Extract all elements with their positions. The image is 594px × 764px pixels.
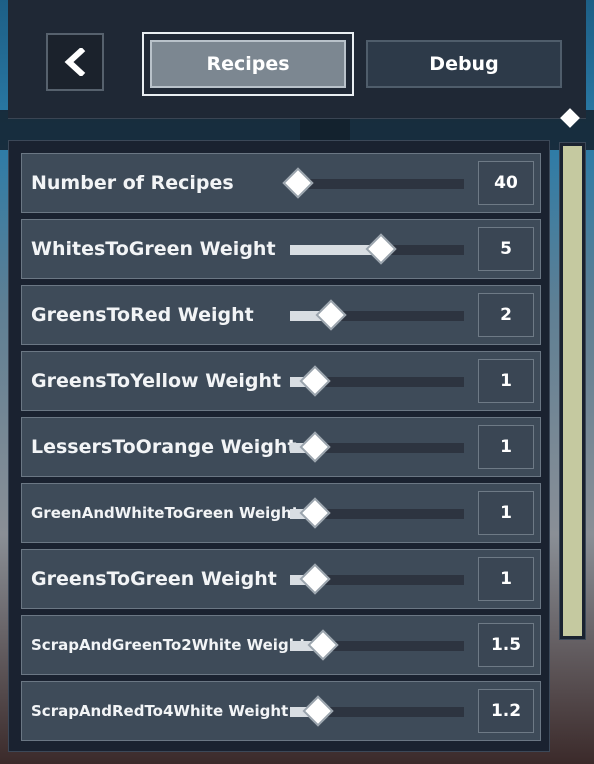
setting-label: LessersToOrange Weight: [31, 436, 297, 458]
setting-row: GreensToYellow Weight 1: [21, 351, 541, 411]
setting-row: Number of Recipes 40: [21, 153, 541, 213]
slider-handle[interactable]: [299, 497, 331, 529]
scrollbar[interactable]: [559, 142, 586, 640]
settings-panel: Number of Recipes 40 WhitesToGreen Weight 5…: [8, 140, 550, 752]
setting-row: WhitesToGreen Weight 5: [21, 219, 541, 279]
slider-handle[interactable]: [315, 299, 347, 331]
setting-label: WhitesToGreen Weight: [31, 238, 276, 260]
setting-slider[interactable]: [290, 299, 464, 331]
chevron-left-icon: [64, 48, 86, 76]
setting-row: ScrapAndGreenTo2White Weight 1.5: [21, 615, 541, 675]
slider-handle[interactable]: [302, 695, 334, 727]
setting-label: Number of Recipes: [31, 172, 234, 194]
setting-label: GreensToGreen Weight: [31, 568, 277, 590]
setting-value-field[interactable]: 1: [478, 359, 534, 403]
setting-value-field[interactable]: 1: [478, 491, 534, 535]
tab-debug[interactable]: Debug: [366, 40, 562, 88]
scrollbar-thumb[interactable]: [563, 146, 582, 636]
setting-slider[interactable]: [290, 629, 464, 661]
setting-label: GreensToYellow Weight: [31, 370, 282, 392]
slider-handle[interactable]: [282, 167, 314, 199]
setting-row: ScrapAndRedTo4White Weight 1.2: [21, 681, 541, 741]
slider-handle[interactable]: [307, 629, 339, 661]
setting-label: GreenAndWhiteToGreen Weight: [31, 504, 299, 522]
slider-handle[interactable]: [299, 431, 331, 463]
setting-label: ScrapAndGreenTo2White Weight: [31, 636, 307, 654]
tab-recipes[interactable]: Recipes: [150, 40, 346, 88]
setting-label: ScrapAndRedTo4White Weight: [31, 702, 289, 720]
setting-slider[interactable]: [290, 695, 464, 727]
setting-value-field[interactable]: 1: [478, 557, 534, 601]
setting-slider[interactable]: [290, 365, 464, 397]
setting-row: LessersToOrange Weight 1: [21, 417, 541, 477]
setting-row: GreensToRed Weight 2: [21, 285, 541, 345]
setting-value-field[interactable]: 2: [478, 293, 534, 337]
slider-handle[interactable]: [299, 365, 331, 397]
setting-row: GreensToGreen Weight 1: [21, 549, 541, 609]
slider-handle[interactable]: [365, 233, 397, 265]
setting-slider[interactable]: [290, 497, 464, 529]
setting-row: GreenAndWhiteToGreen Weight 1: [21, 483, 541, 543]
setting-value-field[interactable]: 1.2: [478, 689, 534, 733]
setting-value-field[interactable]: 1.5: [478, 623, 534, 667]
setting-slider[interactable]: [290, 431, 464, 463]
back-button[interactable]: [46, 33, 104, 91]
setting-value-field[interactable]: 40: [478, 161, 534, 205]
setting-value-field[interactable]: 1: [478, 425, 534, 469]
setting-slider[interactable]: [282, 167, 464, 199]
setting-slider[interactable]: [290, 233, 464, 265]
setting-slider[interactable]: [290, 563, 464, 595]
setting-value-field[interactable]: 5: [478, 227, 534, 271]
setting-label: GreensToRed Weight: [31, 304, 254, 326]
slider-handle[interactable]: [299, 563, 331, 595]
